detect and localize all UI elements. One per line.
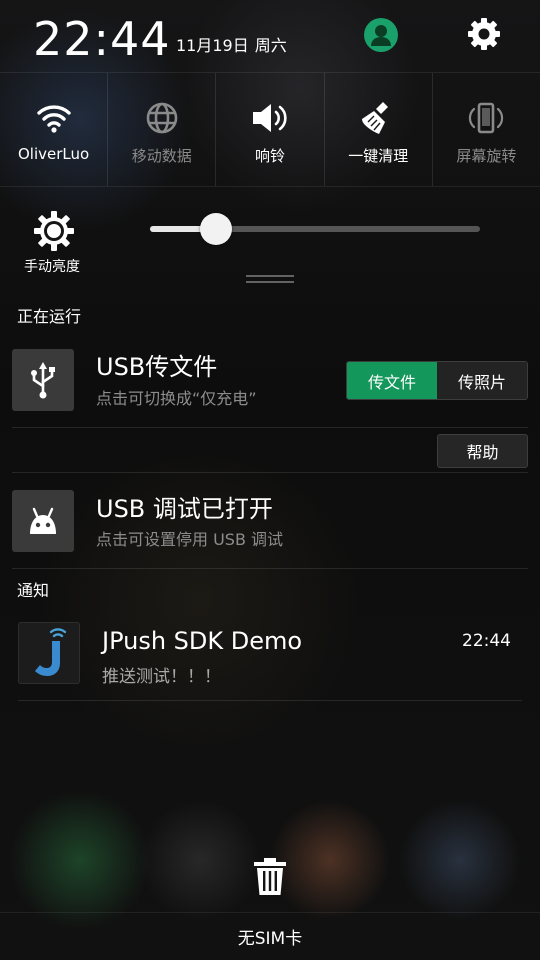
date: 11月19日 [176, 36, 249, 55]
quick-settings-row: OliverLuo 移动数据 响铃 一键清理 屏幕旋转 [0, 72, 540, 187]
toggle-wifi[interactable]: OliverLuo [0, 73, 109, 186]
toggle-mobile-data-label: 移动数据 [131, 147, 192, 165]
notification-body[interactable]: 推送测试！！！ [102, 666, 221, 688]
toggle-rotation[interactable]: 屏幕旋转 [433, 73, 540, 186]
date-text: 11月19日 周六 [176, 36, 293, 56]
toggle-mobile-data[interactable]: 移动数据 [108, 73, 217, 186]
brightness-slider-thumb[interactable] [200, 213, 232, 245]
drag-handle-top[interactable] [246, 275, 294, 277]
wifi-icon [34, 99, 74, 137]
notification-time: 22:44 [462, 631, 511, 651]
toggle-ringer-label: 响铃 [255, 147, 286, 165]
broom-icon [358, 99, 398, 137]
clear-all-trash-icon[interactable] [251, 856, 289, 896]
rotate-phone-icon [466, 99, 506, 137]
gear-icon[interactable] [466, 16, 502, 52]
notifications-section-title: 通知 [17, 581, 50, 600]
carrier-label: 无SIM卡 [237, 929, 303, 949]
brightness-label: 手动亮度 [24, 259, 80, 275]
weekday: 周六 [254, 36, 287, 55]
usb-debug-title[interactable]: USB 调试已打开 [96, 494, 273, 524]
speaker-icon [250, 99, 290, 137]
drag-handle-bottom[interactable] [246, 281, 294, 283]
divider [12, 427, 528, 428]
toggle-ringer[interactable]: 响铃 [216, 73, 325, 186]
running-section-title: 正在运行 [17, 307, 82, 326]
bottom-divider [0, 912, 540, 913]
divider [12, 568, 528, 569]
usb-mode-segmented-control: 传文件 传照片 [346, 361, 528, 400]
android-icon [12, 490, 74, 552]
toggle-clean-label: 一键清理 [348, 147, 409, 165]
brightness-icon[interactable] [33, 210, 75, 252]
usb-debug-subtitle[interactable]: 点击可设置停用 USB 调试 [96, 530, 283, 550]
divider [12, 472, 528, 473]
help-button[interactable]: 帮助 [437, 434, 528, 468]
notification-title[interactable]: JPush SDK Demo [102, 626, 302, 656]
divider [18, 700, 522, 701]
brightness-slider[interactable] [150, 213, 480, 245]
transfer-photos-option[interactable]: 传照片 [437, 362, 527, 399]
toggle-rotation-label: 屏幕旋转 [456, 147, 517, 165]
user-avatar-icon[interactable] [364, 18, 398, 52]
toggle-wifi-label: OliverLuo [18, 145, 90, 163]
globe-icon [142, 99, 182, 137]
usb-icon [12, 349, 74, 411]
clock-time: 22:44 [33, 12, 171, 66]
jpush-app-icon [18, 622, 80, 684]
usb-subtitle[interactable]: 点击可切换成“仅充电” [96, 389, 257, 409]
toggle-clean[interactable]: 一键清理 [325, 73, 433, 186]
transfer-files-option[interactable]: 传文件 [347, 362, 437, 399]
usb-title[interactable]: USB传文件 [96, 352, 217, 382]
